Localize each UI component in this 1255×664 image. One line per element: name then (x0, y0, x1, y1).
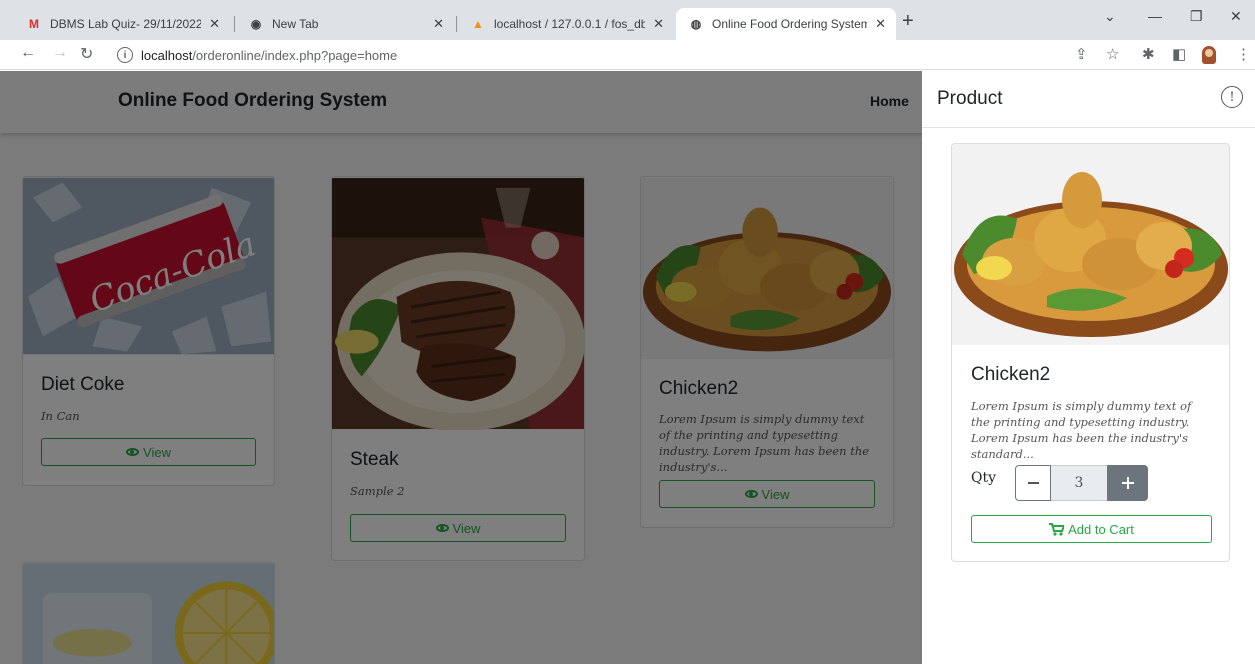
tab-search-icon[interactable]: ⌄ (1104, 8, 1116, 25)
page-content: Online Food Ordering System Home Coca‑Co… (0, 71, 1255, 664)
tab-separator (234, 16, 235, 32)
tab-title: localhost / 127.0.0.1 / fos_db | ph (494, 17, 646, 31)
tab-online-food-ordering[interactable]: ◍ Online Food Ordering System ✕ (676, 8, 896, 40)
info-alert-icon[interactable]: ! (1221, 86, 1243, 108)
add-to-cart-label: Add to Cart (1068, 521, 1134, 537)
quantity-stepper: 3 (1015, 465, 1148, 501)
browser-tab-bar: M DBMS Lab Quiz- 29/11/2022 at 1 ✕ ◉ New… (0, 0, 1255, 40)
browser-toolbar: ← → ↻ i localhost/orderonline/index.php?… (0, 40, 1255, 70)
site-info-icon[interactable]: i (117, 47, 133, 63)
panel-header: Product ! (922, 71, 1255, 128)
profile-avatar[interactable] (1202, 46, 1216, 64)
minimize-icon[interactable]: — (1148, 8, 1162, 24)
gmail-icon: M (29, 17, 39, 31)
qty-input[interactable]: 3 (1051, 465, 1107, 501)
close-tab-icon[interactable]: ✕ (875, 16, 886, 32)
qty-increment-button[interactable] (1107, 465, 1148, 501)
bookmark-star-icon[interactable]: ☆ (1106, 45, 1119, 63)
share-icon[interactable]: ⇪ (1075, 45, 1088, 63)
close-tab-icon[interactable]: ✕ (653, 16, 664, 32)
product-side-panel: Product ! Chicken2 Lorem Ipsum is simply (922, 71, 1255, 664)
reload-icon[interactable]: ↻ (80, 44, 93, 64)
tab-title: DBMS Lab Quiz- 29/11/2022 at 1 (50, 17, 202, 31)
product-detail-description: Lorem Ipsum is simply dummy text of the … (971, 399, 1192, 461)
cart-icon (1049, 522, 1065, 536)
product-detail-card: Chicken2 Lorem Ipsum is simply dummy tex… (951, 143, 1230, 562)
tab-separator (456, 16, 457, 32)
side-panel-icon[interactable]: ◧ (1172, 45, 1186, 63)
chrome-icon: ◉ (250, 17, 262, 31)
product-detail-image (952, 144, 1229, 345)
qty-decrement-button[interactable] (1015, 465, 1051, 501)
restore-icon[interactable]: ❐ (1190, 8, 1203, 25)
tab-title: New Tab (272, 17, 319, 31)
phpmyadmin-icon: ▲ (472, 17, 484, 31)
close-window-icon[interactable]: ✕ (1230, 8, 1242, 25)
product-detail-title: Chicken2 (971, 364, 1051, 385)
extensions-icon[interactable]: ✱ (1142, 45, 1155, 63)
tab-title: Online Food Ordering System (712, 17, 868, 31)
back-icon[interactable]: ← (20, 44, 36, 62)
globe-icon: ◍ (690, 17, 702, 31)
close-tab-icon[interactable]: ✕ (209, 16, 220, 32)
url-text: localhost/orderonline/index.php?page=hom… (141, 47, 398, 63)
menu-kebab-icon[interactable]: ⋮ (1236, 45, 1251, 63)
new-tab-button[interactable]: + (902, 10, 914, 33)
close-tab-icon[interactable]: ✕ (433, 16, 444, 32)
qty-label: Qty (971, 470, 997, 486)
modal-backdrop[interactable] (0, 71, 922, 664)
add-to-cart-button[interactable]: Add to Cart (971, 515, 1212, 543)
tab-gmail[interactable]: M DBMS Lab Quiz- 29/11/2022 at 1 ✕ (14, 8, 230, 40)
panel-title: Product (937, 88, 1003, 109)
tab-new-tab[interactable]: ◉ New Tab ✕ (236, 8, 454, 40)
tab-phpmyadmin[interactable]: ▲ localhost / 127.0.0.1 / fos_db | ph ✕ (458, 8, 674, 40)
forward-icon[interactable]: → (52, 44, 68, 62)
